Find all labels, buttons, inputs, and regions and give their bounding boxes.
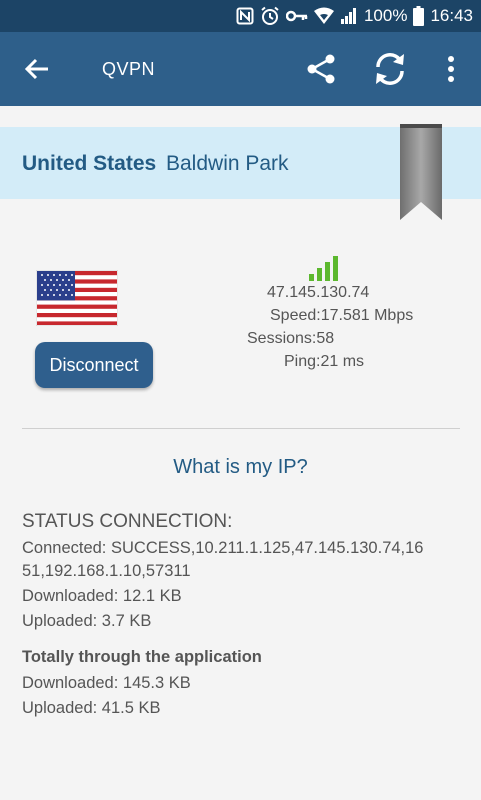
status-connection-heading: STATUS CONNECTION: — [22, 511, 233, 532]
disconnect-button[interactable]: Disconnect — [35, 342, 153, 388]
signal-bar — [309, 274, 314, 281]
total-uploaded: Uploaded: 41.5 KB — [22, 699, 161, 717]
wifi-icon — [313, 7, 334, 25]
total-downloaded: Downloaded: 145.3 KB — [22, 674, 191, 692]
connected-line-2: 51,192.168.1.10,57311 — [22, 562, 191, 580]
server-ping: Ping:21 ms — [284, 353, 365, 370]
city-name: Baldwin Park — [166, 152, 289, 175]
status-bar: 100% 16:43 — [0, 0, 481, 32]
signal-bar — [317, 268, 322, 281]
nfc-icon — [236, 7, 254, 25]
cell-signal-icon — [340, 7, 358, 25]
clock: 16:43 — [430, 6, 473, 25]
alarm-icon — [260, 6, 280, 26]
connected-line-1: Connected: SUCCESS,10.211.1.125,47.145.1… — [22, 539, 424, 557]
server-speed: Speed:17.581 Mbps — [270, 307, 414, 324]
signal-bar — [333, 256, 338, 281]
app-title: QVPN — [102, 59, 156, 79]
totals-heading: Totally through the application — [22, 648, 262, 666]
battery-percent: 100% — [363, 6, 408, 25]
country-name: United States — [22, 152, 157, 175]
server-sessions: Sessions:58 — [247, 330, 335, 347]
bookmark-ribbon-icon[interactable] — [400, 124, 442, 222]
app-bar: QVPN — [0, 32, 481, 106]
share-icon[interactable] — [304, 52, 338, 86]
vpn-key-icon — [285, 9, 308, 23]
session-downloaded: Downloaded: 12.1 KB — [22, 587, 182, 605]
battery-icon — [413, 6, 425, 26]
more-vert-icon[interactable] — [440, 53, 462, 85]
server-ip: 47.145.130.74 — [267, 284, 370, 301]
refresh-icon[interactable] — [370, 50, 410, 88]
what-is-my-ip-link[interactable]: What is my IP? — [0, 456, 481, 479]
signal-bar — [325, 262, 330, 281]
divider — [22, 428, 460, 429]
signal-strength-icon — [308, 255, 340, 281]
session-uploaded: Uploaded: 3.7 KB — [22, 612, 152, 630]
us-flag-icon — [35, 269, 119, 327]
status-icons: 100% 16:43 — [236, 0, 473, 32]
back-arrow-icon[interactable] — [22, 54, 52, 84]
